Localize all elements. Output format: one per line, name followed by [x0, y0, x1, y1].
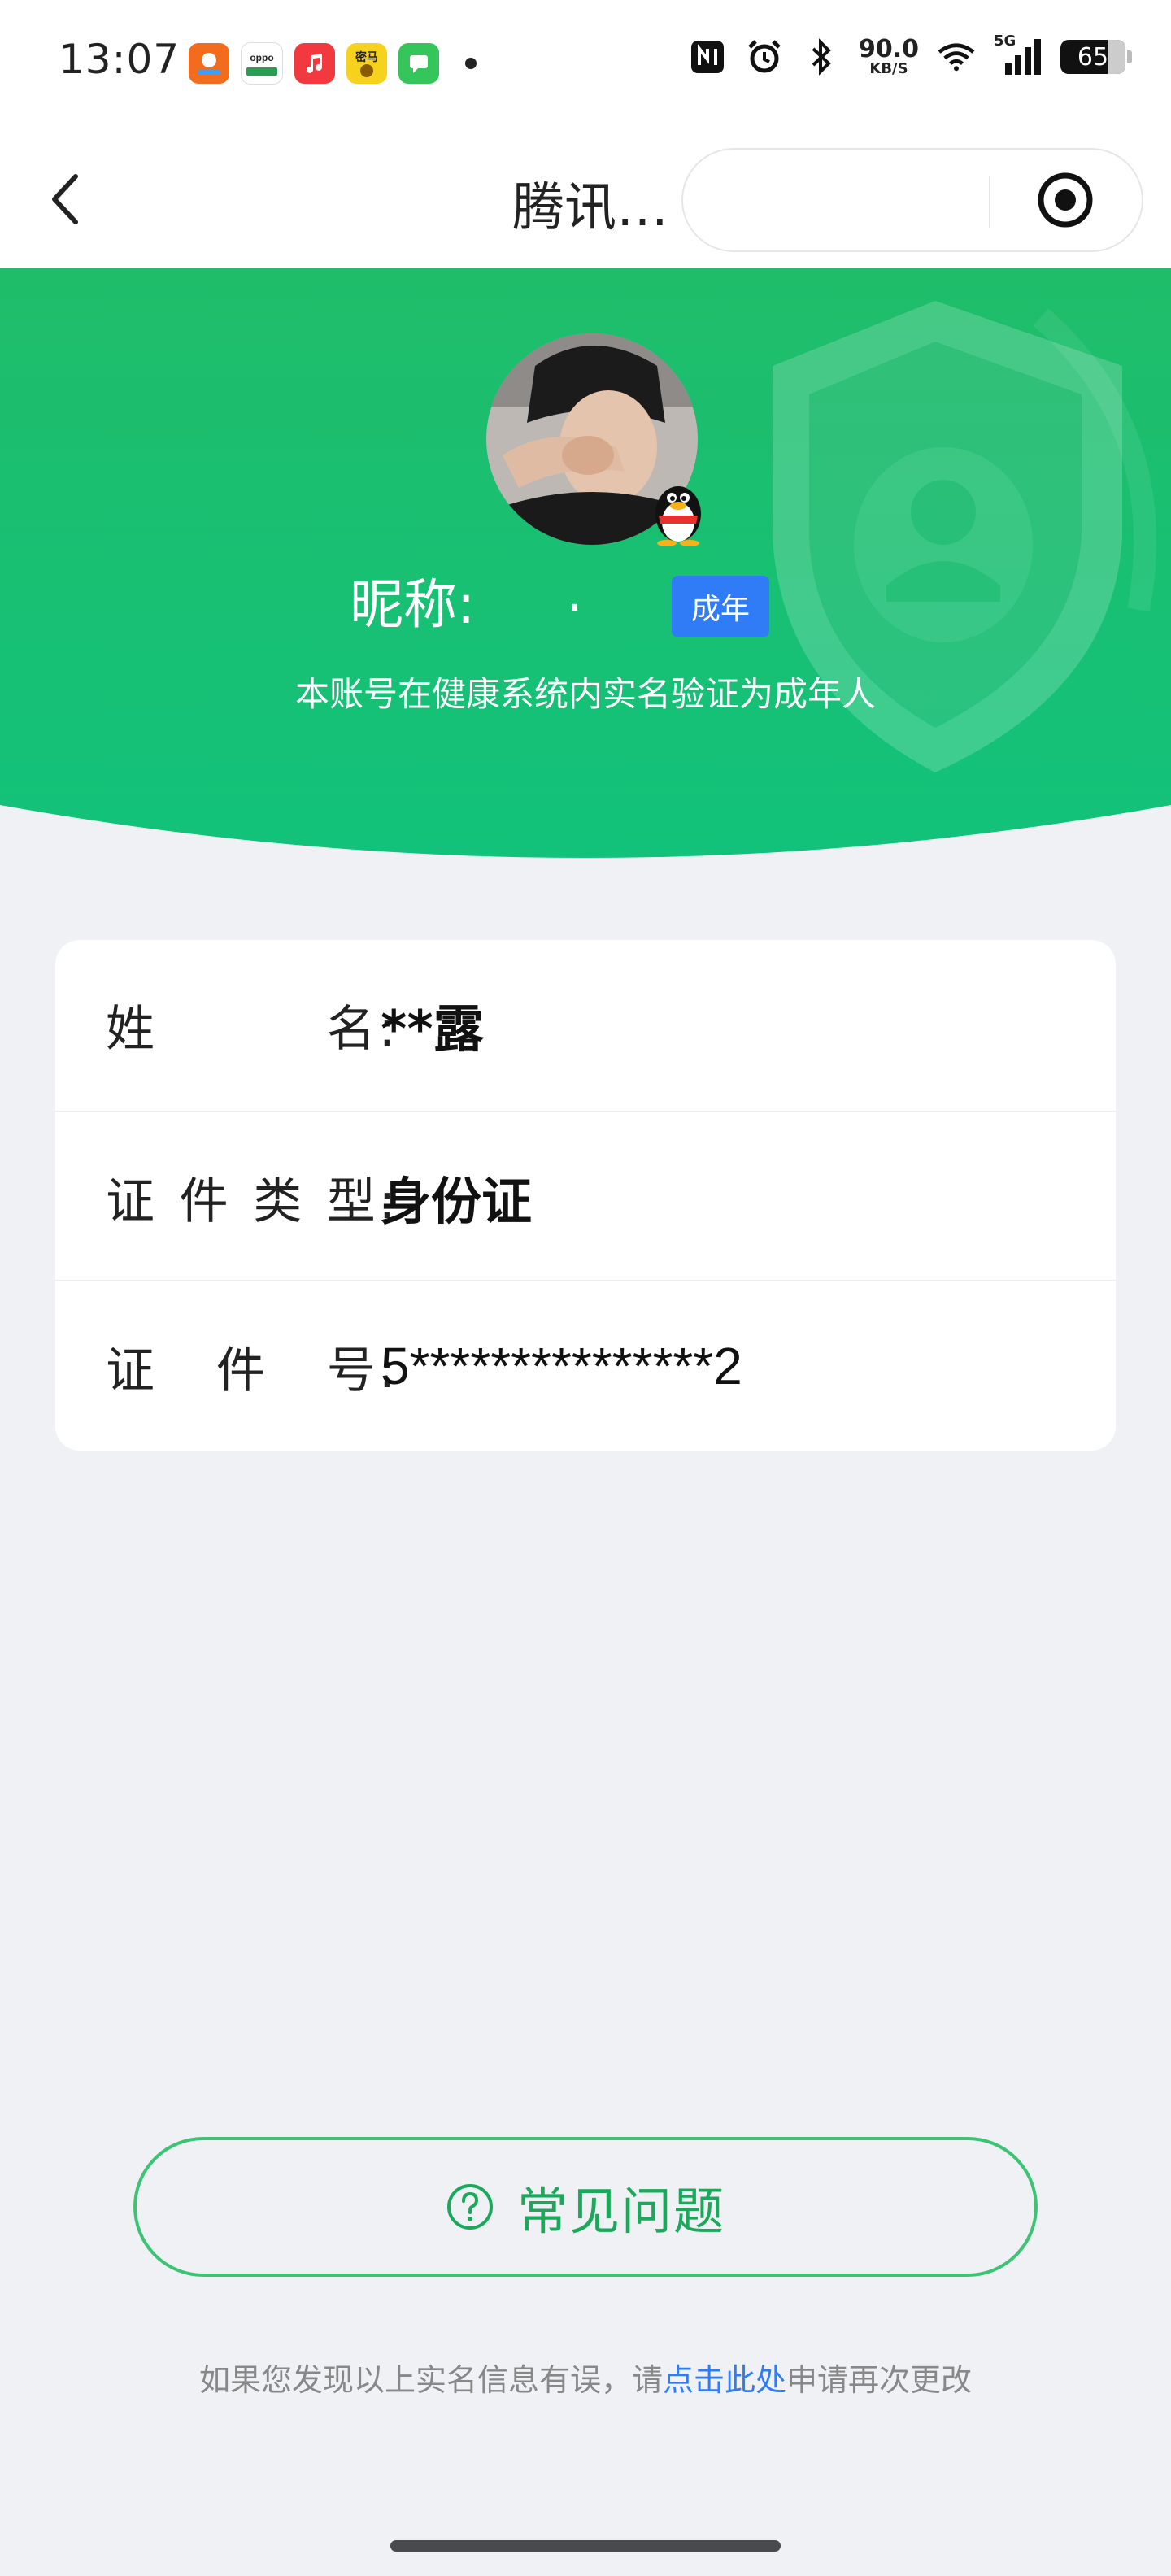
network-speed-value: 90.0: [858, 35, 919, 63]
chevron-left-icon: [52, 174, 78, 224]
bluetooth-icon: [802, 37, 841, 76]
id-number-label: 证 件 号:: [106, 1335, 395, 1399]
label-char: 姓: [106, 1000, 155, 1058]
network-type: 5G: [994, 33, 1016, 50]
target-icon: [1038, 172, 1093, 228]
verification-description: 本账号在健康系统内实名验证为成年人: [294, 674, 876, 714]
yellow-app-icon: 密马: [346, 43, 387, 84]
music-app-icon: [294, 43, 335, 84]
wifi-icon: [937, 37, 976, 76]
navigation-bar: 腾讯…: [0, 130, 1171, 268]
capsule-divider: [989, 176, 990, 228]
id-type-row: 证 件 类 型: 身份证: [55, 1111, 1116, 1281]
svg-text:oppo: oppo: [250, 52, 273, 63]
network-speed-unit: KB/S: [869, 60, 908, 77]
label-char: 件: [215, 1342, 265, 1399]
name-label: 姓 名:: [106, 994, 395, 1058]
real-name-info-card: 姓 名: **露 证 件 类 型: 身份证 证 件 号: 5**********…: [55, 940, 1116, 1451]
label-char: 类: [253, 1173, 303, 1230]
status-bar: 13:07 oppo 密马 90.0 KB/S 5G 65: [0, 0, 1171, 130]
faq-button-label: 常见问题: [516, 2182, 725, 2241]
svg-text:密马: 密马: [355, 50, 378, 64]
qq-penguin-icon: [647, 473, 709, 546]
back-button[interactable]: [37, 171, 94, 228]
name-value: **露: [381, 999, 484, 1059]
home-indicator[interactable]: [390, 2540, 781, 2552]
correction-note-prefix: 如果您发现以上实名信息有误，请: [198, 2362, 663, 2398]
cellular-signal-icon: 5G: [994, 33, 1043, 76]
nickname-value: .: [566, 561, 583, 624]
close-target-button[interactable]: [1036, 171, 1095, 229]
app-1-icon: [189, 43, 229, 84]
status-indicators: 90.0 KB/S 5G 65: [688, 33, 1132, 76]
messages-app-icon: [398, 43, 439, 84]
status-time: 13:07: [59, 36, 181, 83]
mini-program-capsule: [681, 148, 1143, 252]
label-char: 号: [326, 1342, 376, 1399]
battery-level: 65: [1077, 42, 1109, 72]
label-char: 证: [106, 1342, 155, 1399]
profile-header: 昵称: . 成年 本账号在健康系统内实名验证为成年人: [0, 268, 1171, 870]
id-number-row: 证 件 号: 5***************2: [55, 1280, 1116, 1451]
more-notifications-dot: [465, 58, 477, 69]
question-circle-icon: [446, 2184, 493, 2230]
correction-note: 如果您发现以上实名信息有误，请点击此处申请再次更改: [0, 2355, 1171, 2400]
name-row: 姓 名: **露: [55, 940, 1116, 1109]
correction-note-suffix: 申请再次更改: [786, 2362, 973, 2398]
battery-indicator: 65: [1060, 40, 1132, 74]
network-speed: 90.0 KB/S: [859, 37, 919, 76]
id-number-value: 5***************2: [381, 1337, 742, 1395]
label-char: 证: [106, 1173, 155, 1230]
id-type-value: 身份证: [381, 1172, 533, 1231]
label-char: 名: [326, 1000, 376, 1058]
label-char: 型: [326, 1173, 376, 1230]
page-title: 腾讯…: [512, 178, 668, 238]
faq-button[interactable]: 常见问题: [133, 2137, 1038, 2277]
id-type-label: 证 件 类 型:: [106, 1166, 395, 1230]
click-here-link[interactable]: 点击此处: [663, 2362, 786, 2398]
nfc-icon: [688, 37, 727, 76]
alarm-icon: [745, 37, 784, 76]
nickname-label: 昵称:: [350, 573, 476, 636]
label-char: 件: [179, 1173, 229, 1230]
oppo-app-icon: oppo: [241, 42, 283, 85]
notification-app-icons: oppo 密马: [189, 42, 477, 85]
adult-status-badge: 成年: [672, 576, 769, 637]
